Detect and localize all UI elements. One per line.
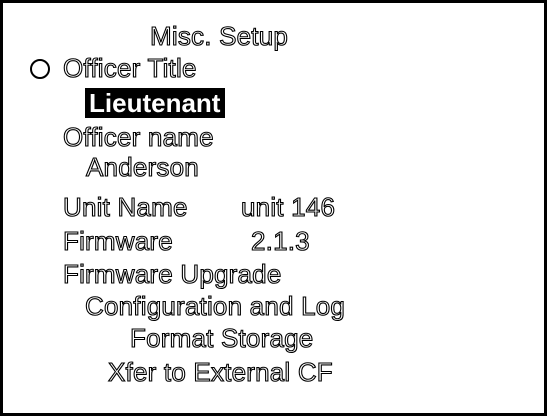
menu-item-officer-name[interactable]: Officer name	[62, 121, 214, 152]
menu-item-officer-title[interactable]: Officer Title	[62, 52, 197, 83]
circle-cursor-icon	[30, 59, 50, 79]
menu-item-format-storage[interactable]: Format Storage	[129, 322, 313, 353]
device-screen: Misc. Setup Officer Title Lieutenant Off…	[0, 0, 547, 416]
menu-item-firmware[interactable]: Firmware	[62, 225, 173, 256]
menu-item-xfer-to-external-cf[interactable]: Xfer to External CF	[107, 356, 333, 387]
menu-item-configuration-and-log[interactable]: Configuration and Log	[84, 290, 345, 321]
menu-item-unit-name[interactable]: Unit Name	[62, 191, 188, 222]
firmware-version-value: 2.1.3	[250, 225, 310, 256]
menu-item-firmware-upgrade[interactable]: Firmware Upgrade	[62, 258, 281, 289]
officer-name-value[interactable]: Anderson	[85, 151, 199, 182]
unit-name-value: unit 146	[240, 191, 336, 222]
page-title: Misc. Setup	[149, 20, 289, 51]
officer-title-value[interactable]: Lieutenant	[85, 88, 226, 118]
